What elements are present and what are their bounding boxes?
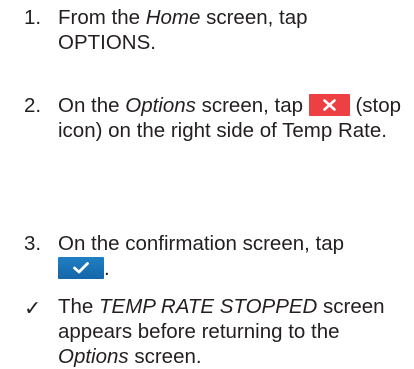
step-text-prefix: From the <box>58 6 146 29</box>
checkmark-icon <box>58 257 104 279</box>
step-text-prefix: On the <box>58 94 126 117</box>
options-label: OPTIONS. <box>58 31 156 54</box>
screen-name: Options <box>125 94 196 117</box>
step-number: 3. <box>24 232 42 255</box>
step-text-suffix: . <box>104 257 110 280</box>
stop-icon <box>308 94 350 116</box>
step-text: On the Options screen, tap (stop icon) o… <box>58 93 414 143</box>
result-text: The TEMP RATE STOPPED screen appears bef… <box>58 294 414 369</box>
step-text-line: On the confirmation screen, tap <box>58 232 345 255</box>
step-number: 1. <box>24 6 42 29</box>
instruction-page: 1. From the Home screen, tap OPTIONS. 2.… <box>0 0 414 368</box>
screen-name: TEMP RATE STOPPED <box>99 295 318 318</box>
checkmark-bullet-icon: ✓ <box>24 297 42 320</box>
screen-name: Home <box>145 6 201 29</box>
result-text-prefix: The <box>58 295 100 318</box>
step-text-middle: screen, tap <box>195 94 304 117</box>
step-text-suffix: screen, tap <box>200 6 308 29</box>
step-number: 2. <box>24 94 42 117</box>
step-text: On the confirmation screen, tap . <box>58 231 414 281</box>
step-text: From the Home screen, tap OPTIONS. <box>58 5 414 55</box>
